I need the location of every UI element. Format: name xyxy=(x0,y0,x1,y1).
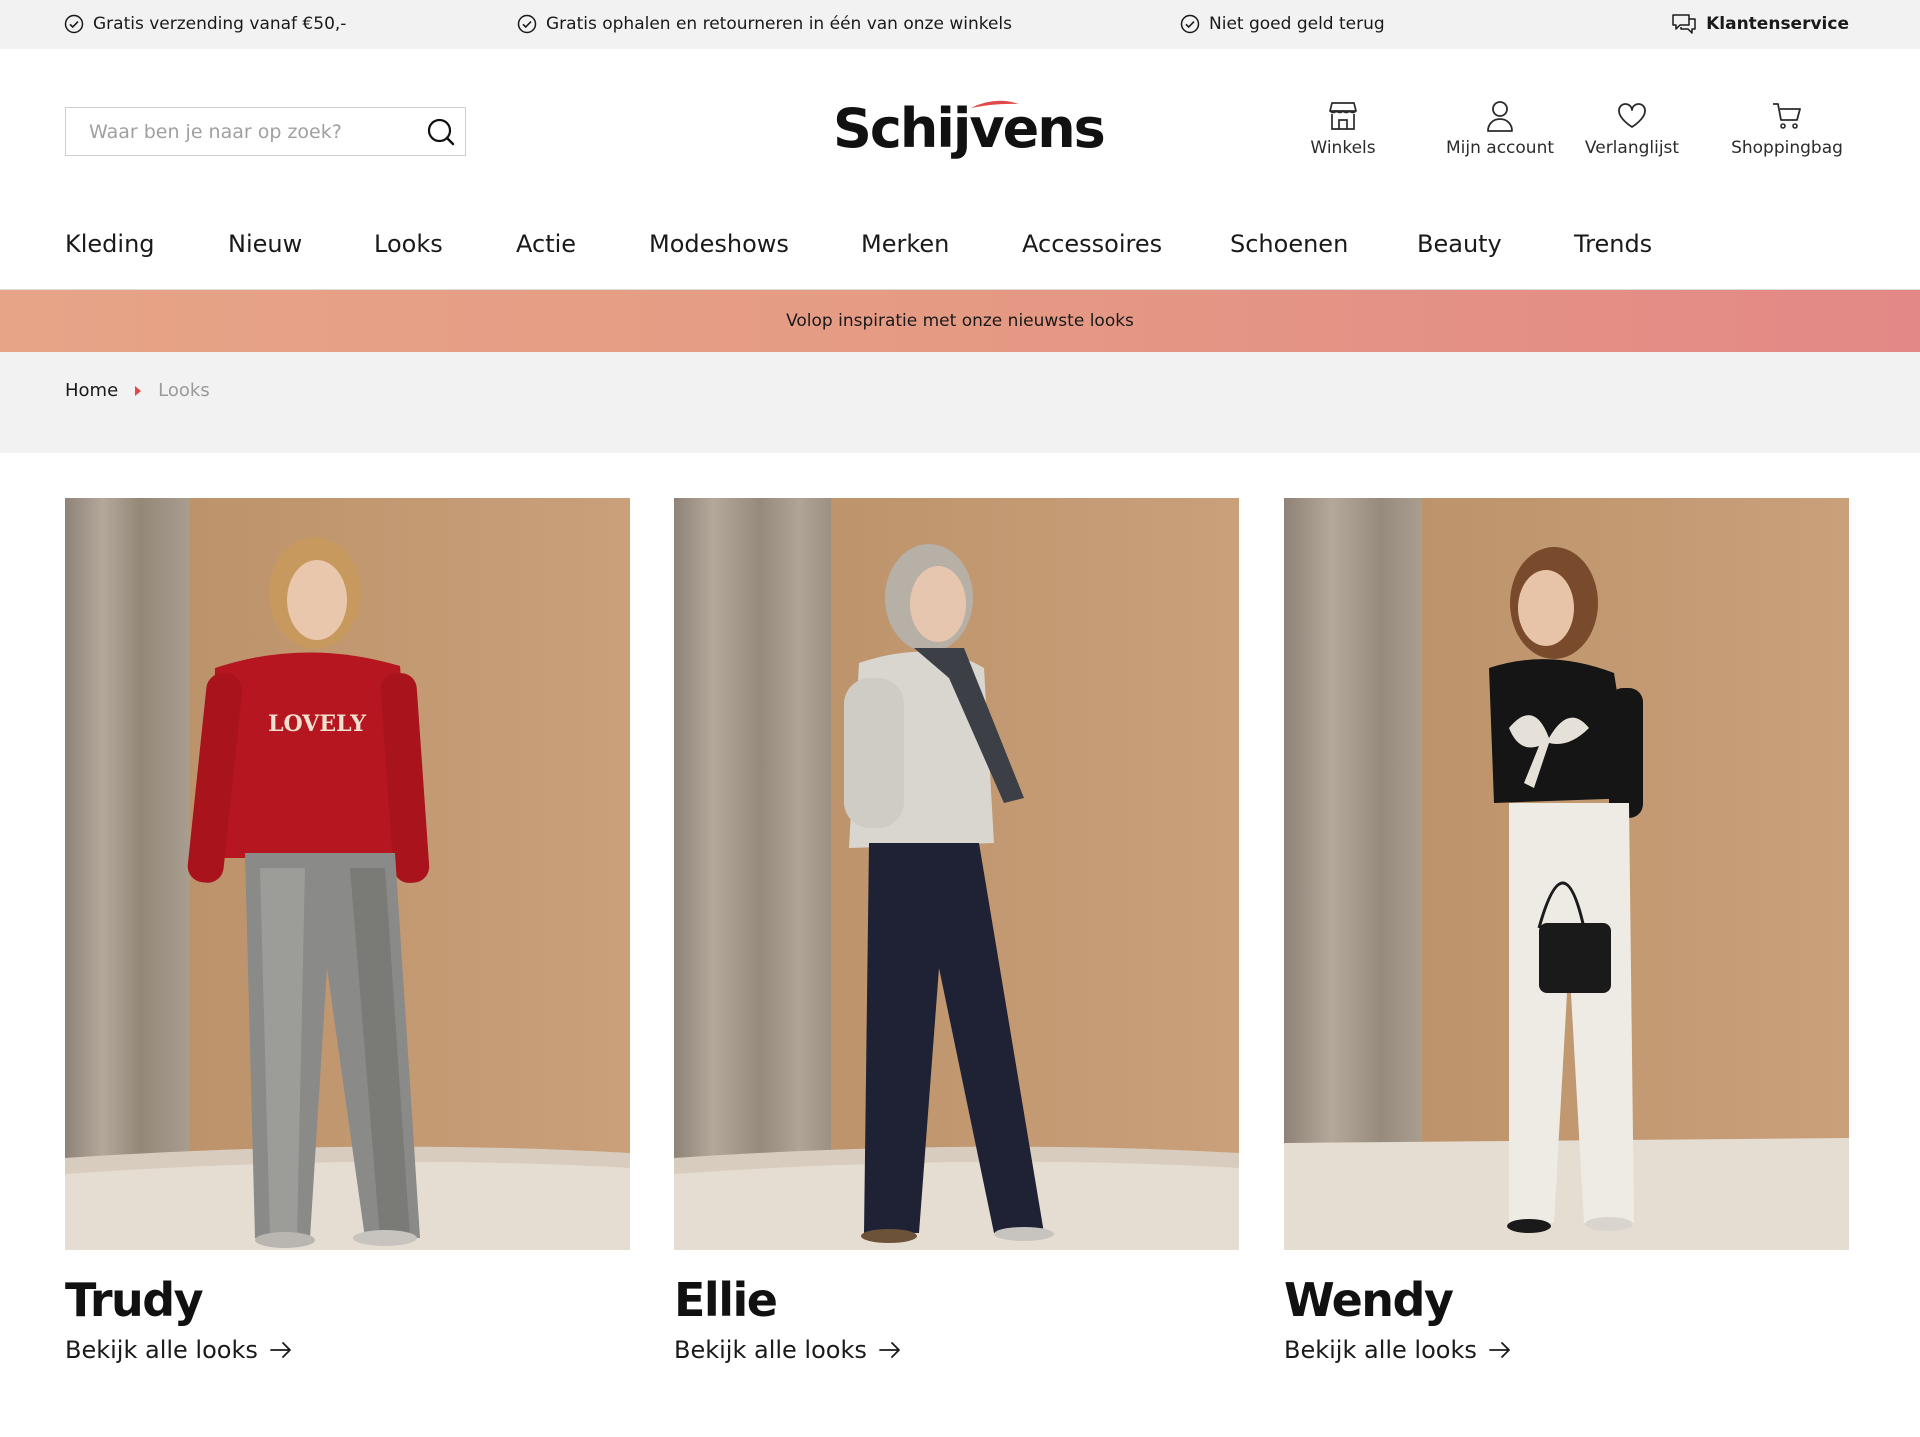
check-circle-icon xyxy=(1180,14,1200,34)
logo-smile-mark xyxy=(971,100,1019,108)
site-logo[interactable]: Schijvens xyxy=(833,94,1106,168)
usp-free-shipping: Gratis verzending vanaf €50,- xyxy=(64,12,346,36)
check-circle-icon xyxy=(64,14,84,34)
search-box xyxy=(65,107,466,156)
user-icon xyxy=(1487,101,1513,132)
look-link-label: Bekijk alle looks xyxy=(674,1336,867,1364)
look-name[interactable]: Trudy xyxy=(65,1273,204,1327)
nav-item-trends[interactable]: Trends xyxy=(1574,222,1652,266)
usp-money-back: Niet goed geld terug xyxy=(1180,12,1385,36)
look-photo[interactable]: LOVELY xyxy=(65,498,630,1250)
nav-item-schoenen[interactable]: Schoenen xyxy=(1230,222,1348,266)
look-link[interactable]: Bekijk alle looks xyxy=(674,1336,901,1364)
look-card: LOVELY Trudy Bekijk alle looks xyxy=(65,498,630,1364)
search-icon xyxy=(427,118,455,146)
customer-service-link[interactable]: Klantenservice xyxy=(1671,12,1849,36)
customer-service-label: Klantenservice xyxy=(1706,14,1849,34)
look-link[interactable]: Bekijk alle looks xyxy=(1284,1336,1511,1364)
usp-free-returns: Gratis ophalen en retourneren in één van… xyxy=(517,12,1012,36)
look-name[interactable]: Wendy xyxy=(1284,1273,1454,1327)
shoppingbag-label: Shoppingbag xyxy=(1731,138,1843,158)
look-link-label: Bekijk alle looks xyxy=(65,1336,258,1364)
breadcrumb: Home Looks xyxy=(65,380,210,401)
look-photo[interactable] xyxy=(674,498,1239,1250)
stores-link[interactable]: Winkels xyxy=(1308,100,1378,158)
arrow-right-icon xyxy=(269,1342,291,1358)
promo-banner[interactable]: Volop inspiratie met onze nieuwste looks xyxy=(0,290,1920,352)
nav-item-actie[interactable]: Actie xyxy=(516,222,576,266)
breadcrumb-area: Home Looks xyxy=(0,352,1920,453)
wishlist-label: Verlanglijst xyxy=(1584,138,1680,158)
model-photo-trudy: LOVELY xyxy=(65,498,630,1250)
look-photo[interactable] xyxy=(1284,498,1849,1250)
account-link[interactable]: Mijn account xyxy=(1420,100,1580,158)
arrow-right-icon xyxy=(878,1342,900,1358)
heart-icon xyxy=(1618,103,1646,128)
nav-item-accessoires[interactable]: Accessoires xyxy=(1022,222,1162,266)
usp-label: Niet goed geld terug xyxy=(1209,14,1385,34)
store-icon xyxy=(1329,102,1357,130)
look-card: Ellie Bekijk alle looks xyxy=(674,498,1239,1364)
arrow-right-icon xyxy=(1488,1342,1510,1358)
look-link-label: Bekijk alle looks xyxy=(1284,1336,1477,1364)
chat-bubble-icon xyxy=(1672,14,1696,34)
look-name[interactable]: Ellie xyxy=(674,1273,778,1327)
svg-text:LOVELY: LOVELY xyxy=(268,711,366,737)
shoppingbag-link[interactable]: Shoppingbag xyxy=(1724,100,1850,158)
nav-item-nieuw[interactable]: Nieuw xyxy=(228,222,302,266)
nav-item-looks[interactable]: Looks xyxy=(374,222,443,266)
search-input[interactable] xyxy=(66,108,406,155)
main-nav: Kleding Nieuw Looks Actie Modeshows Merk… xyxy=(0,222,1920,290)
model-photo-wendy xyxy=(1284,498,1849,1250)
usp-bar: Gratis verzending vanaf €50,- Gratis oph… xyxy=(0,0,1920,49)
nav-item-merken[interactable]: Merken xyxy=(861,222,949,266)
look-link[interactable]: Bekijk alle looks xyxy=(65,1336,292,1364)
check-circle-icon xyxy=(517,14,537,34)
nav-item-modeshows[interactable]: Modeshows xyxy=(649,222,789,266)
cart-icon xyxy=(1773,103,1801,129)
breadcrumb-current: Looks xyxy=(158,380,210,401)
usp-label: Gratis ophalen en retourneren in één van… xyxy=(546,14,1012,34)
caret-right-icon xyxy=(135,385,142,396)
nav-item-beauty[interactable]: Beauty xyxy=(1417,222,1502,266)
stores-label: Winkels xyxy=(1310,138,1376,158)
account-label: Mijn account xyxy=(1445,138,1555,158)
search-button[interactable] xyxy=(425,116,457,148)
promo-text: Volop inspiratie met onze nieuwste looks xyxy=(786,311,1134,331)
nav-item-kleding[interactable]: Kleding xyxy=(65,222,155,266)
usp-label: Gratis verzending vanaf €50,- xyxy=(93,14,347,34)
breadcrumb-home[interactable]: Home xyxy=(65,380,118,401)
wishlist-link[interactable]: Verlanglijst xyxy=(1580,100,1684,158)
look-card: Wendy Bekijk alle looks xyxy=(1284,498,1849,1364)
model-photo-ellie xyxy=(674,498,1239,1250)
